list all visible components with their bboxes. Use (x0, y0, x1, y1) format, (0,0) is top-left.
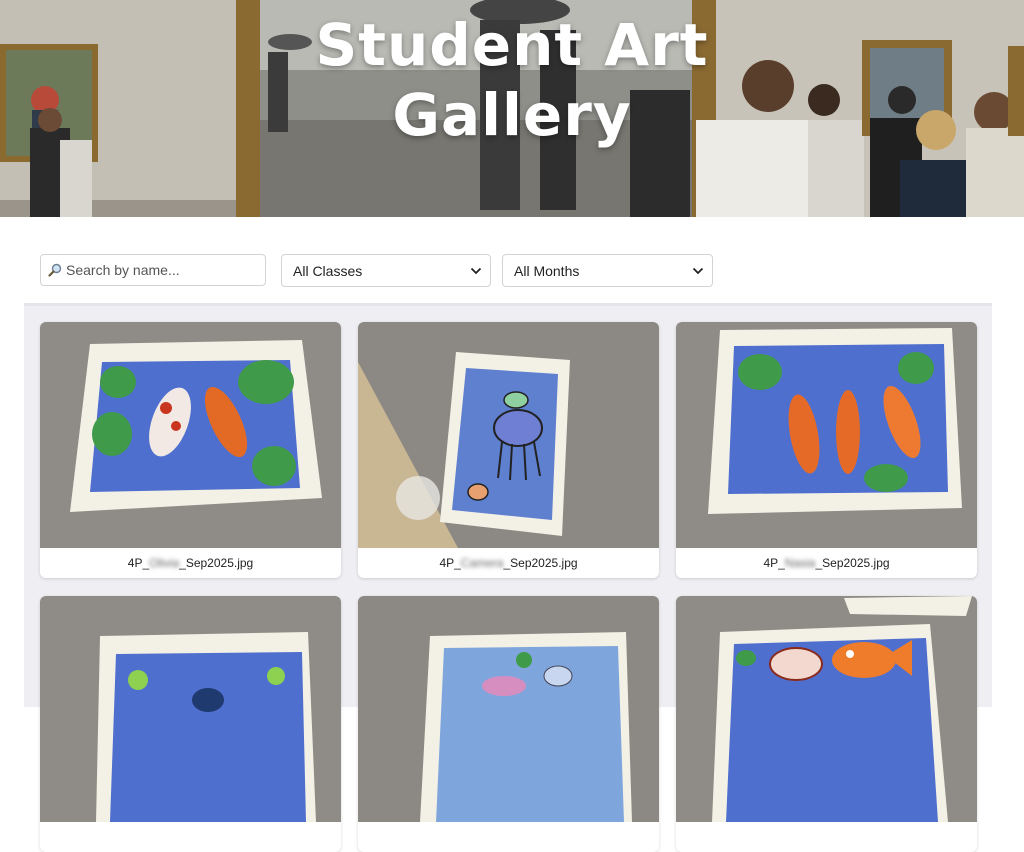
search-input[interactable] (66, 255, 261, 285)
search-field[interactable] (40, 254, 266, 286)
student-name-redacted: Camera (460, 556, 504, 570)
artwork-thumbnail[interactable] (40, 322, 341, 548)
artwork-thumbnail[interactable] (676, 596, 977, 822)
gallery-card[interactable] (358, 596, 659, 852)
artwork-thumbnail[interactable] (40, 596, 341, 822)
student-name-redacted: Nasia (784, 556, 816, 570)
gallery-card[interactable]: 4P_Nasia_Sep2025.jpg (676, 322, 977, 578)
chevron-down-icon (470, 267, 482, 275)
gallery-card[interactable] (676, 596, 977, 852)
page-title: Student Art Gallery (315, 11, 709, 149)
gallery-card[interactable]: 4P_Olivia_Sep2025.jpg (40, 322, 341, 578)
artwork-thumbnail[interactable] (676, 322, 977, 548)
hero-banner: Student Art Gallery (0, 0, 1024, 217)
artwork-thumbnail[interactable] (358, 596, 659, 822)
file-name-label: 4P_Camera_Sep2025.jpg (439, 556, 578, 570)
gallery-card[interactable] (40, 596, 341, 852)
student-name-redacted: Olivia (149, 556, 180, 570)
month-select-value: All Months (514, 263, 580, 279)
file-name-label: 4P_Olivia_Sep2025.jpg (127, 556, 254, 570)
chevron-down-icon (692, 267, 704, 275)
class-select[interactable]: All Classes (281, 254, 491, 287)
filter-bar: All Classes All Months (24, 217, 992, 303)
gallery-card[interactable]: 4P_Camera_Sep2025.jpg (358, 322, 659, 578)
file-name-label: 4P_Nasia_Sep2025.jpg (763, 556, 890, 570)
artwork-thumbnail[interactable] (358, 322, 659, 548)
search-icon (48, 263, 62, 277)
gallery-grid: 4P_Olivia_Sep2025.jpg 4P_Camera_Sep2025.… (24, 303, 992, 852)
class-select-value: All Classes (293, 263, 363, 279)
month-select[interactable]: All Months (502, 254, 713, 287)
